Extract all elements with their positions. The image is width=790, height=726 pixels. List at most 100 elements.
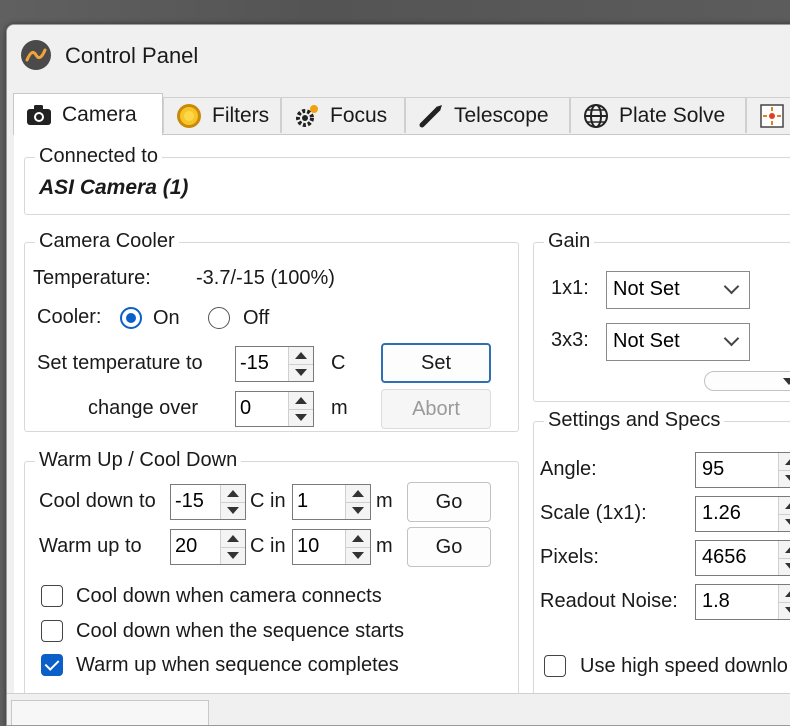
warm-up-temp-stepper[interactable]: 20 bbox=[170, 529, 246, 565]
title-bar: Control Panel bbox=[7, 25, 790, 87]
change-over-value: 0 bbox=[240, 397, 252, 419]
change-over-spin[interactable] bbox=[288, 392, 313, 426]
spin-up-icon[interactable] bbox=[779, 541, 790, 559]
window-title: Control Panel bbox=[65, 43, 199, 68]
cooler-label: Cooler: bbox=[37, 306, 102, 328]
warm-on-sequence-complete-checkbox[interactable] bbox=[41, 654, 63, 676]
app-logo-icon bbox=[21, 40, 51, 70]
tab-filters[interactable]: Filters bbox=[163, 97, 281, 133]
pixels-value: 4656 bbox=[702, 546, 747, 568]
readout-noise-value: 1.8 bbox=[702, 590, 730, 612]
cool-on-connect-checkbox[interactable] bbox=[41, 585, 63, 607]
abort-button[interactable]: Abort bbox=[381, 389, 491, 429]
set-temperature-label: Set temperature to bbox=[37, 352, 203, 374]
spin-up-icon[interactable] bbox=[779, 453, 790, 471]
spin-down-icon[interactable] bbox=[346, 502, 370, 519]
set-temperature-stepper[interactable]: -15 bbox=[235, 346, 314, 382]
change-over-label: change over bbox=[88, 397, 199, 419]
tab-plate-solve[interactable]: Plate Solve bbox=[570, 97, 746, 133]
spin-down-icon[interactable] bbox=[289, 409, 313, 426]
change-over-stepper[interactable]: 0 bbox=[235, 391, 314, 427]
spin-down-icon[interactable] bbox=[779, 558, 790, 575]
high-speed-download-checkbox[interactable] bbox=[544, 655, 566, 677]
cool-down-minutes-stepper[interactable]: 1 bbox=[292, 484, 371, 520]
spin-up-icon[interactable] bbox=[289, 392, 313, 410]
spin-down-icon[interactable] bbox=[221, 502, 245, 519]
cool-down-unit: C in bbox=[250, 490, 286, 512]
warm-on-sequence-complete-label: Warm up when sequence completes bbox=[76, 654, 399, 676]
angle-spin[interactable] bbox=[778, 453, 790, 487]
tab-focus-label: Focus bbox=[330, 103, 388, 127]
gain-expand-button[interactable] bbox=[704, 371, 790, 391]
pixels-spin[interactable] bbox=[778, 541, 790, 575]
tab-camera[interactable]: Camera bbox=[13, 93, 163, 135]
cool-on-sequence-start-checkbox[interactable] bbox=[41, 620, 63, 642]
cool-down-min-unit: m bbox=[376, 490, 393, 512]
spin-up-icon[interactable] bbox=[346, 485, 370, 503]
gain-3x3-label: 3x3: bbox=[551, 329, 589, 351]
warm-up-temp-spin[interactable] bbox=[220, 530, 245, 564]
cool-down-label: Cool down to bbox=[39, 490, 156, 512]
warm-up-minutes-stepper[interactable]: 10 bbox=[292, 529, 371, 565]
warm-up-minutes-spin[interactable] bbox=[345, 530, 370, 564]
cool-down-minutes-spin[interactable] bbox=[345, 485, 370, 519]
readout-noise-spin[interactable] bbox=[778, 585, 790, 619]
cool-down-go-button[interactable]: Go bbox=[407, 482, 491, 522]
tab-more[interactable] bbox=[746, 97, 790, 133]
cooler-on-label: On bbox=[153, 307, 180, 329]
tab-filters-label: Filters bbox=[212, 103, 270, 127]
warm-up-temp-value: 20 bbox=[175, 535, 198, 557]
spin-down-icon[interactable] bbox=[779, 602, 790, 619]
spin-up-icon[interactable] bbox=[779, 585, 790, 603]
scale-label: Scale (1x1): bbox=[540, 502, 647, 524]
gain-3x3-select[interactable]: Not Set bbox=[606, 323, 750, 361]
spin-down-icon[interactable] bbox=[779, 470, 790, 487]
spin-down-icon[interactable] bbox=[346, 547, 370, 564]
warm-up-label: Warm up to bbox=[39, 535, 142, 557]
status-panel bbox=[11, 700, 209, 725]
set-temperature-spin[interactable] bbox=[288, 347, 313, 381]
spin-up-icon[interactable] bbox=[289, 347, 313, 365]
gain-3x3-value: Not Set bbox=[613, 330, 680, 352]
focus-gears-icon bbox=[294, 103, 320, 129]
angle-stepper[interactable]: 95 bbox=[695, 452, 790, 488]
spin-up-icon[interactable] bbox=[221, 485, 245, 503]
cooler-off-radio[interactable] bbox=[208, 307, 230, 329]
spin-up-icon[interactable] bbox=[221, 530, 245, 548]
spin-down-icon[interactable] bbox=[221, 547, 245, 564]
temperature-label: Temperature: bbox=[33, 267, 151, 289]
readout-noise-stepper[interactable]: 1.8 bbox=[695, 584, 790, 620]
camera-tab-page: Connected to ASI Camera (1) Camera Coole… bbox=[14, 134, 790, 715]
spin-up-icon[interactable] bbox=[779, 497, 790, 515]
high-speed-download-label: Use high speed downlo bbox=[580, 655, 788, 677]
control-panel-window: Control Panel Camera Filters Focus Teles… bbox=[6, 24, 790, 726]
spin-up-icon[interactable] bbox=[346, 530, 370, 548]
scale-stepper[interactable]: 1.26 bbox=[695, 496, 790, 532]
angle-label: Angle: bbox=[540, 458, 597, 480]
cool-on-connect-label: Cool down when camera connects bbox=[76, 585, 382, 607]
spin-down-icon[interactable] bbox=[779, 514, 790, 531]
warm-cool-legend: Warm Up / Cool Down bbox=[35, 449, 242, 472]
temperature-value: -3.7/-15 (100%) bbox=[196, 267, 335, 289]
tab-telescope-label: Telescope bbox=[454, 103, 549, 127]
warm-up-unit: C in bbox=[250, 535, 286, 557]
pixels-stepper[interactable]: 4656 bbox=[695, 540, 790, 576]
expand-arrow-icon bbox=[783, 377, 790, 385]
cool-down-temp-spin[interactable] bbox=[220, 485, 245, 519]
readout-noise-label: Readout Noise: bbox=[540, 590, 678, 612]
warm-up-go-button[interactable]: Go bbox=[407, 527, 491, 567]
tab-camera-label: Camera bbox=[62, 102, 137, 126]
gain-1x1-label: 1x1: bbox=[551, 277, 589, 299]
cooler-on-radio[interactable] bbox=[120, 307, 142, 329]
connected-legend: Connected to bbox=[35, 145, 162, 168]
warm-up-min-unit: m bbox=[376, 535, 393, 557]
pixels-label: Pixels: bbox=[540, 546, 599, 568]
spin-down-icon[interactable] bbox=[289, 364, 313, 381]
cool-down-temp-stepper[interactable]: -15 bbox=[170, 484, 246, 520]
gain-1x1-select[interactable]: Not Set bbox=[606, 271, 750, 309]
tab-telescope[interactable]: Telescope bbox=[405, 97, 570, 133]
scale-spin[interactable] bbox=[778, 497, 790, 531]
tab-focus[interactable]: Focus bbox=[281, 97, 405, 133]
set-button[interactable]: Set bbox=[381, 343, 491, 383]
telescope-icon bbox=[418, 103, 444, 129]
